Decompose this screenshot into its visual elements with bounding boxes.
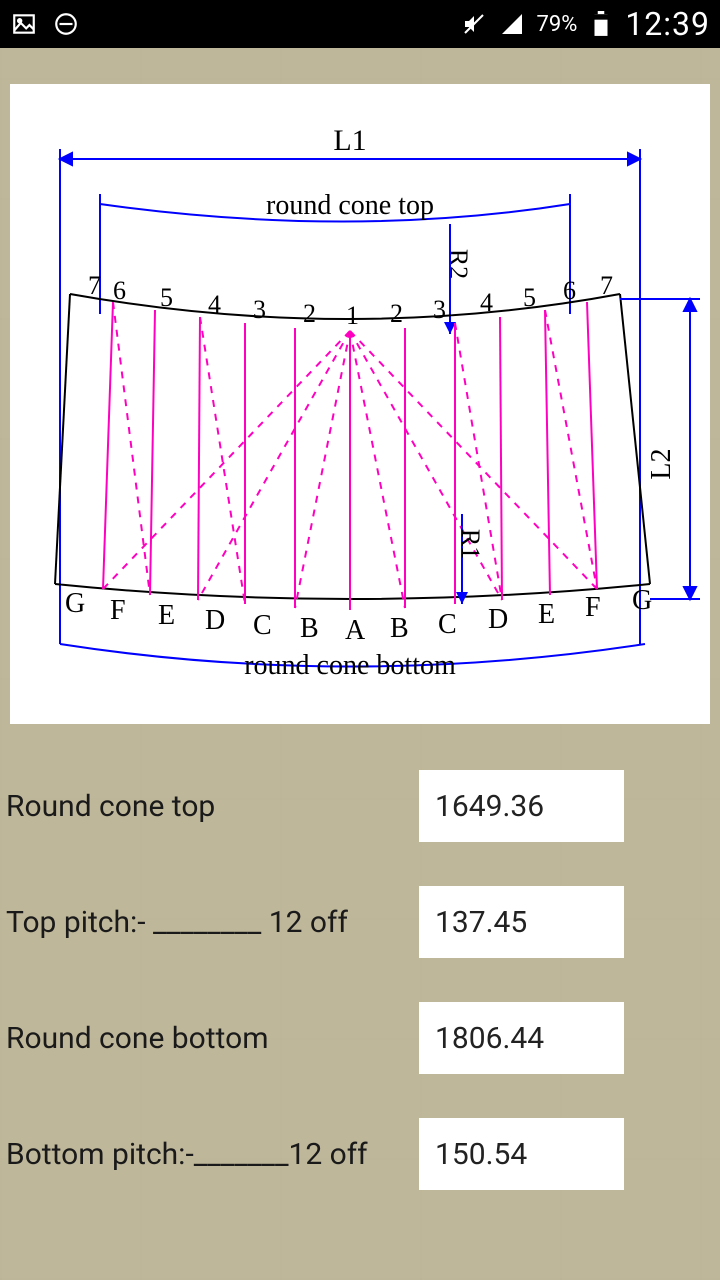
svg-text:7: 7 (88, 271, 101, 300)
result-row: Bottom pitch:-_______12 off 150.54 (6, 1096, 714, 1212)
svg-text:D: D (205, 605, 225, 636)
svg-text:B: B (300, 613, 319, 644)
svg-text:4: 4 (480, 288, 493, 317)
svg-text:5: 5 (160, 283, 173, 312)
svg-text:6: 6 (563, 276, 576, 305)
svg-text:B: B (390, 613, 409, 644)
clock: 12:39 (625, 5, 710, 43)
svg-text:D: D (488, 604, 508, 635)
svg-text:2: 2 (390, 299, 403, 328)
results-list: Round cone top 1649.36 Top pitch:- _____… (0, 748, 720, 1212)
svg-text:F: F (585, 592, 601, 623)
result-value[interactable]: 1806.44 (419, 1002, 624, 1074)
svg-text:C: C (438, 609, 457, 640)
bottom-index-letters: GF ED CB AB CD EF G (65, 585, 652, 646)
label-L1: L1 (333, 124, 366, 157)
result-label: Round cone top (6, 789, 419, 824)
svg-text:7: 7 (600, 271, 613, 300)
diagram-svg: L1 round cone top R2 (10, 84, 710, 724)
svg-text:2: 2 (303, 299, 316, 328)
svg-text:C: C (253, 610, 272, 641)
result-row: Top pitch:- ________ 12 off 137.45 (6, 864, 714, 980)
svg-text:4: 4 (208, 290, 221, 319)
statusbar-right: 79% 12:39 (460, 5, 710, 43)
label-cone-top: round cone top (266, 190, 434, 221)
picture-icon (10, 10, 38, 38)
result-label: Top pitch:- ________ 12 off (6, 905, 419, 940)
cone-development-diagram: L1 round cone top R2 (10, 84, 710, 724)
result-row: Round cone bottom 1806.44 (6, 980, 714, 1096)
svg-text:E: E (158, 600, 175, 631)
statusbar-left (10, 10, 80, 38)
svg-text:3: 3 (433, 295, 446, 324)
result-value[interactable]: 137.45 (419, 886, 624, 958)
result-value[interactable]: 1649.36 (419, 770, 624, 842)
battery-icon (587, 10, 615, 38)
label-R2: R2 (444, 249, 473, 279)
svg-text:G: G (632, 585, 652, 616)
label-cone-bottom: round cone bottom (244, 650, 456, 681)
top-index-numbers: 76 54 32 12 34 56 7 (88, 271, 613, 330)
result-label: Round cone bottom (6, 1021, 419, 1056)
svg-text:A: A (345, 615, 366, 646)
svg-text:6: 6 (113, 276, 126, 305)
battery-percent: 79% (536, 12, 577, 37)
android-statusbar: 79% 12:39 (0, 0, 720, 48)
mute-icon (460, 10, 488, 38)
svg-text:E: E (538, 599, 555, 630)
result-label: Bottom pitch:-_______12 off (6, 1137, 419, 1172)
label-L2: L2 (646, 448, 677, 479)
svg-text:3: 3 (253, 295, 266, 324)
svg-text:F: F (110, 595, 126, 626)
svg-text:G: G (65, 588, 85, 619)
result-row: Round cone top 1649.36 (6, 748, 714, 864)
do-not-disturb-icon (52, 10, 80, 38)
signal-icon (498, 10, 526, 38)
label-R1: R1 (456, 529, 485, 559)
svg-text:1: 1 (346, 301, 359, 330)
result-value[interactable]: 150.54 (419, 1118, 624, 1190)
svg-text:5: 5 (523, 283, 536, 312)
